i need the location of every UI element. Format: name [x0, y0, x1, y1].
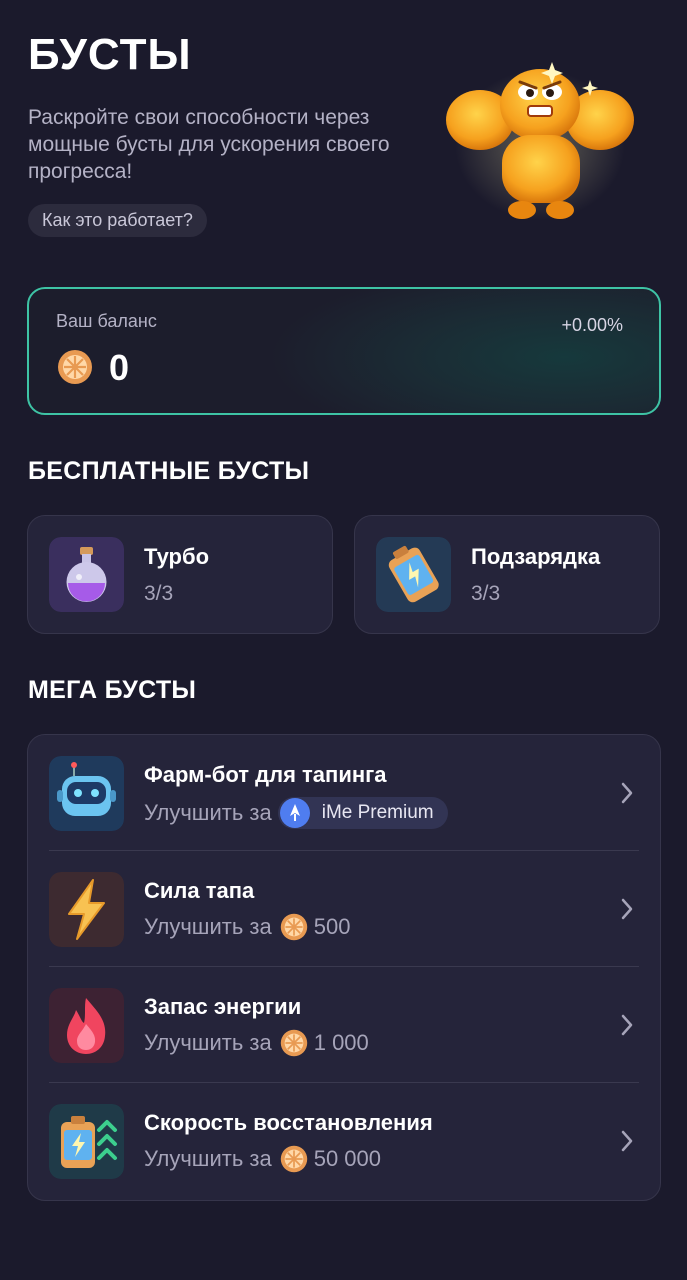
mega-boost-price-row: Улучшить за 1 000	[144, 1029, 369, 1057]
mega-boosts-title: МЕГА БУСТЫ	[28, 676, 197, 704]
mega-boost-price-row: Улучшить за 500	[144, 913, 350, 941]
coin-icon	[280, 1029, 307, 1057]
mega-boost-tap-power[interactable]: Сила тапа Улучшить за 500	[28, 851, 660, 967]
upgrade-prefix: Улучшить за	[144, 1030, 272, 1055]
upgrade-prefix: Улучшить за	[144, 800, 272, 825]
premium-label: iMe Premium	[321, 802, 434, 823]
chevron-right-icon	[621, 1130, 633, 1152]
balance-label: Ваш баланс	[56, 311, 157, 331]
upgrade-prefix: Улучшить за	[144, 1146, 272, 1171]
balance-card: Ваш баланс +0.00% 0	[27, 287, 661, 415]
coin-icon	[58, 350, 92, 384]
mega-boost-price-row: Улучшить за 50 000	[144, 1145, 381, 1173]
flame-icon	[49, 988, 124, 1063]
free-boost-count: 3/3	[471, 582, 501, 605]
rocket-icon	[279, 798, 310, 828]
price-value: 500	[313, 914, 351, 939]
free-boost-turbo[interactable]: Турбо 3/3	[27, 515, 333, 634]
mega-boosts-list: Фарм-бот для тапинга Улучшить за iMe Pre…	[27, 734, 661, 1201]
mega-boost-recharge-speed[interactable]: Скорость восстановления Улучшить за 50 0…	[28, 1083, 660, 1199]
lightning-icon	[49, 872, 124, 947]
muscle-mascot-icon	[446, 62, 634, 220]
balance-change: +0.00%	[561, 315, 623, 335]
mega-boost-farm-bot[interactable]: Фарм-бот для тапинга Улучшить за iMe Pre…	[28, 735, 660, 851]
mega-boost-name: Фарм-бот для тапинга	[144, 762, 387, 787]
balance-value: 0	[109, 347, 130, 388]
mega-boost-price-row: Улучшить за iMe Premium	[144, 797, 448, 829]
boosts-page: БУСТЫ Раскройте свои способности через м…	[0, 0, 687, 1280]
free-boosts-title: БЕСПЛАТНЫЕ БУСТЫ	[28, 457, 310, 485]
mega-boost-name: Запас энергии	[144, 994, 302, 1019]
price-value: 50 000	[313, 1146, 382, 1171]
battery-speed-icon	[49, 1104, 124, 1179]
coin-icon	[280, 913, 307, 941]
free-boost-recharge[interactable]: Подзарядка 3/3	[354, 515, 660, 634]
upgrade-prefix: Улучшить за	[144, 914, 272, 939]
free-boost-name: Подзарядка	[471, 544, 601, 569]
free-boost-name: Турбо	[144, 544, 210, 569]
chevron-right-icon	[621, 782, 633, 804]
page-subtitle: Раскройте свои способности через мощные …	[28, 106, 390, 183]
robot-icon	[49, 756, 124, 831]
chevron-right-icon	[621, 898, 633, 920]
page-title: БУСТЫ	[28, 30, 192, 79]
mega-boost-name: Скорость восстановления	[144, 1110, 433, 1135]
how-it-works-button[interactable]: Как это работает?	[28, 204, 207, 237]
price-value: 1 000	[313, 1030, 369, 1055]
free-boost-count: 3/3	[144, 582, 174, 605]
mega-boost-name: Сила тапа	[144, 878, 255, 903]
battery-icon	[376, 537, 451, 612]
chevron-right-icon	[621, 1014, 633, 1036]
potion-icon	[49, 537, 124, 612]
premium-badge: iMe Premium	[277, 797, 448, 829]
coin-icon	[280, 1145, 307, 1173]
mega-boost-energy-limit[interactable]: Запас энергии Улучшить за 1 000	[28, 967, 660, 1083]
